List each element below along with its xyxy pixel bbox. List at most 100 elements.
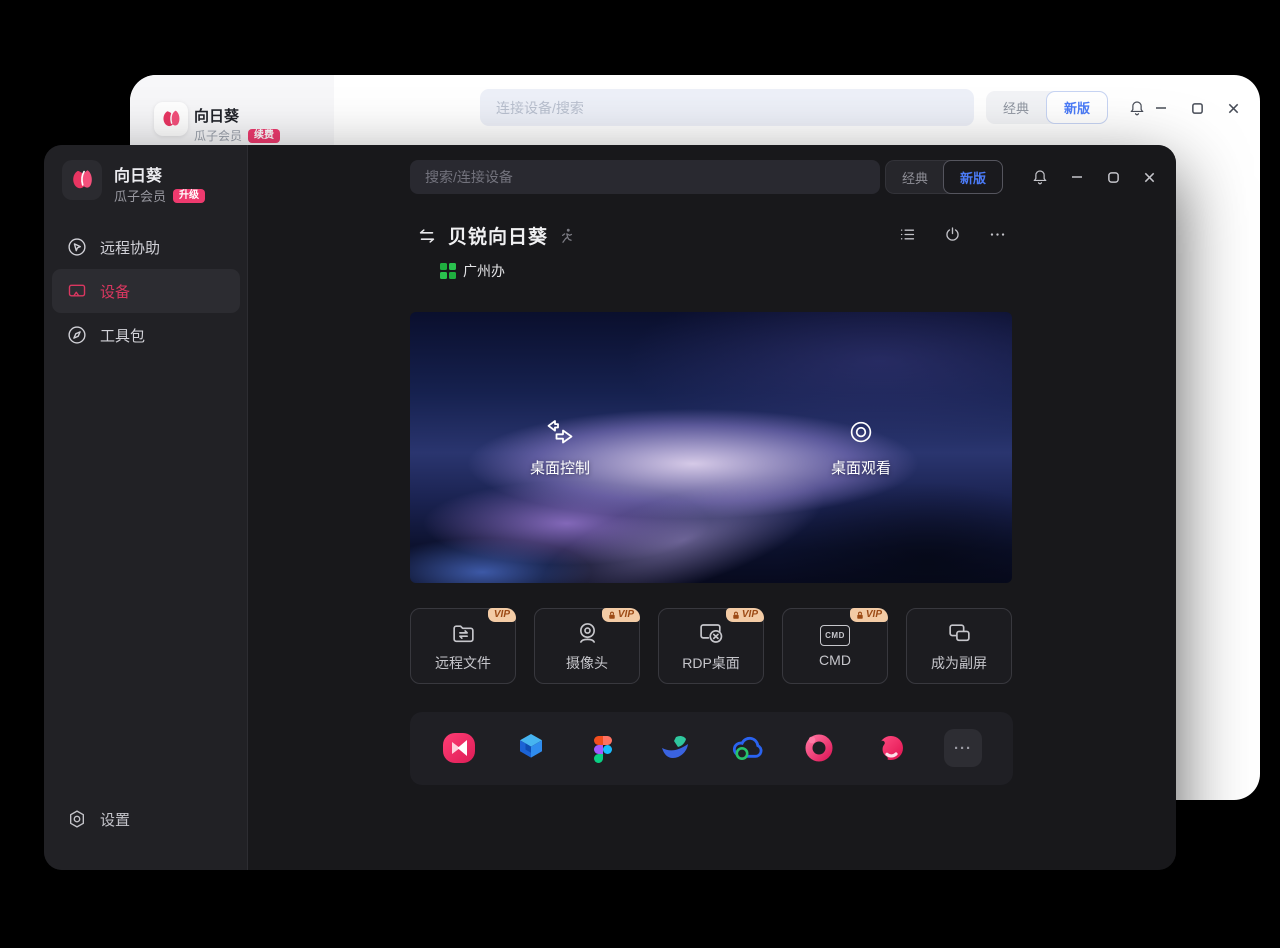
close-button[interactable] xyxy=(1219,94,1247,122)
membership-label: 瓜子会员 xyxy=(114,186,166,205)
vip-badge: VIP xyxy=(488,608,516,622)
sidebar-item-label: 工具包 xyxy=(100,325,145,346)
dock-app-bird[interactable] xyxy=(656,729,694,767)
dual-screens-icon xyxy=(946,620,973,647)
minimize-button[interactable] xyxy=(1147,94,1175,122)
sidebar-item-remote-assist[interactable]: 远程协助 xyxy=(52,225,240,269)
control-arrows-icon xyxy=(543,418,577,448)
hero-action-label: 桌面观看 xyxy=(831,457,891,478)
vip-locked-badge: VIP xyxy=(726,608,764,622)
search-input[interactable] xyxy=(410,160,880,194)
toggle-modern[interactable]: 新版 xyxy=(943,160,1003,194)
ellipsis-icon xyxy=(988,225,1007,244)
webcam-icon xyxy=(574,620,601,647)
secondary-screen-button[interactable]: 成为副屏 xyxy=(906,608,1012,684)
settings-label: 设置 xyxy=(100,809,130,830)
maximize-button[interactable] xyxy=(1183,94,1211,122)
membership-label: 瓜子会员 xyxy=(194,127,242,144)
more-options-button[interactable] xyxy=(975,225,1020,244)
quick-action-label: RDP桌面 xyxy=(682,653,740,673)
device-group[interactable]: 广州办 xyxy=(440,261,505,281)
device-preview-image: 桌面控制 桌面观看 xyxy=(410,312,1012,583)
search-input[interactable] xyxy=(480,89,974,126)
maximize-button[interactable] xyxy=(1099,163,1127,191)
cloud-icon xyxy=(728,729,766,767)
figma-icon xyxy=(584,729,622,767)
maximize-icon xyxy=(1107,171,1120,184)
sunlogin-remote-icon xyxy=(440,729,478,767)
list-icon xyxy=(898,225,917,244)
dock-app-swirl[interactable] xyxy=(872,729,910,767)
switch-device-button[interactable] xyxy=(416,225,438,247)
lock-icon xyxy=(732,611,740,620)
upgrade-badge[interactable]: 升级 xyxy=(173,189,205,203)
group-grid-icon xyxy=(440,263,456,279)
sidebar-item-label: 设备 xyxy=(100,281,130,302)
view-toggle: 经典 新版 xyxy=(986,91,1108,124)
app-title: 向日葵 xyxy=(194,105,239,126)
toggle-classic[interactable]: 经典 xyxy=(886,161,944,193)
maximize-icon xyxy=(1191,102,1204,115)
sidebar-item-devices[interactable]: 设备 xyxy=(52,269,240,313)
app-title: 向日葵 xyxy=(114,162,162,186)
close-icon xyxy=(1143,171,1156,184)
folder-transfer-icon xyxy=(450,620,477,647)
pink-swirl-icon xyxy=(872,729,910,767)
cube-3d-icon xyxy=(512,729,550,767)
main-window: 向日葵 瓜子会员 升级 远程协助 设备 工具包 设 xyxy=(44,145,1176,870)
rdp-desktop-button[interactable]: VIP RDP桌面 xyxy=(658,608,764,684)
minimize-button[interactable] xyxy=(1063,163,1091,191)
group-label: 广州办 xyxy=(463,261,505,281)
device-screen-icon xyxy=(66,280,88,302)
tulip-logo-icon xyxy=(68,166,96,194)
app-dock: ··· xyxy=(410,712,1013,785)
power-button[interactable] xyxy=(930,225,975,244)
quick-action-label: 摄像头 xyxy=(566,653,608,673)
minimize-icon xyxy=(1154,101,1168,115)
list-view-button[interactable] xyxy=(885,225,930,244)
pink-ring-icon xyxy=(800,729,838,767)
toggle-classic[interactable]: 经典 xyxy=(986,91,1046,124)
bird-icon xyxy=(656,729,694,767)
gear-icon xyxy=(66,808,88,830)
dock-more-button[interactable]: ··· xyxy=(944,729,982,767)
remote-assist-icon xyxy=(66,236,88,258)
vip-locked-badge: VIP xyxy=(850,608,888,622)
eye-icon xyxy=(845,418,877,448)
app-logo xyxy=(154,102,188,136)
main-content: 经典 新版 贝锐向日葵 xyxy=(248,145,1176,870)
tulip-logo-icon xyxy=(159,107,183,131)
settings-button[interactable]: 设置 xyxy=(52,797,240,841)
device-name: 贝锐向日葵 xyxy=(448,222,548,249)
compass-icon xyxy=(66,324,88,346)
cmd-icon: CMD xyxy=(820,625,850,646)
dock-app-cube[interactable] xyxy=(512,729,550,767)
desktop-control-button[interactable]: 桌面控制 xyxy=(490,418,630,478)
cmd-button[interactable]: VIP CMD CMD xyxy=(782,608,888,684)
remote-files-button[interactable]: VIP 远程文件 xyxy=(410,608,516,684)
camera-button[interactable]: VIP 摄像头 xyxy=(534,608,640,684)
power-icon xyxy=(943,225,962,244)
notifications-button[interactable] xyxy=(1026,163,1054,191)
runner-status-icon xyxy=(558,227,575,244)
toggle-modern[interactable]: 新版 xyxy=(1046,91,1108,124)
dock-app-cloud[interactable] xyxy=(728,729,766,767)
more-dots: ··· xyxy=(954,740,972,757)
close-button[interactable] xyxy=(1135,163,1163,191)
view-toggle: 经典 新版 xyxy=(885,160,1003,194)
rdp-monitor-icon xyxy=(698,620,725,647)
hero-action-label: 桌面控制 xyxy=(530,457,590,478)
dock-app-figma[interactable] xyxy=(584,729,622,767)
quick-action-label: CMD xyxy=(819,652,851,668)
desktop-view-button[interactable]: 桌面观看 xyxy=(791,418,931,478)
renew-badge[interactable]: 续费 xyxy=(248,129,280,143)
dock-app-sunlogin-remote[interactable] xyxy=(440,729,478,767)
swap-arrows-icon xyxy=(416,225,438,247)
bell-icon xyxy=(1128,99,1146,117)
quick-action-label: 成为副屏 xyxy=(931,653,987,673)
dock-app-ring[interactable] xyxy=(800,729,838,767)
sidebar-item-toolkit[interactable]: 工具包 xyxy=(52,313,240,357)
sidebar: 向日葵 瓜子会员 升级 远程协助 设备 工具包 设 xyxy=(44,145,248,870)
close-icon xyxy=(1227,102,1240,115)
bell-icon xyxy=(1031,168,1049,186)
